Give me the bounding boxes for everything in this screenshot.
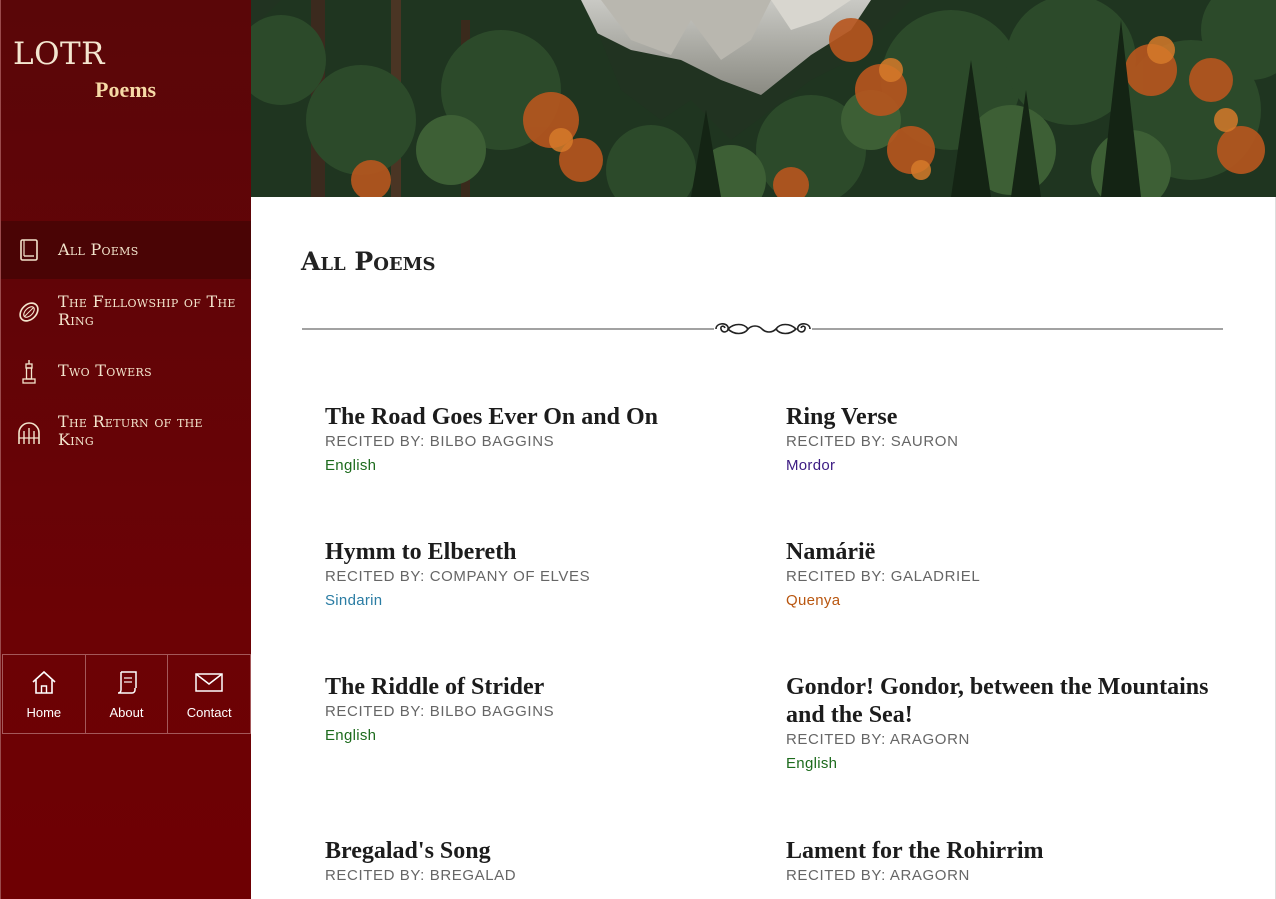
poem-title[interactable]: Hymm to Elbereth — [325, 538, 755, 566]
nav-item-return-of-the-king[interactable]: The Return of the King — [1, 399, 251, 463]
gate-icon — [17, 421, 41, 445]
envelope-icon — [194, 669, 224, 700]
book-icon — [17, 238, 41, 262]
poem-language: Mordor — [786, 457, 836, 474]
poem-card[interactable]: Hymm to Elbereth RECITED BY: COMPANY OF … — [325, 538, 755, 611]
ring-icon — [17, 300, 41, 324]
poem-card[interactable]: Namárië RECITED BY: GALADRIEL Quenya — [786, 538, 1216, 611]
poem-language: Sindarin — [325, 592, 383, 609]
page-title: All Poems — [301, 247, 436, 276]
ornamental-divider — [302, 317, 1223, 341]
poem-card[interactable]: Bregalad's Song RECITED BY: BREGALAD — [325, 837, 755, 886]
poem-card[interactable]: The Road Goes Ever On and On RECITED BY:… — [325, 403, 755, 476]
poem-card[interactable]: Lament for the Rohirrim RECITED BY: ARAG… — [786, 837, 1216, 886]
poem-reciter: RECITED BY: ARAGORN — [786, 731, 970, 748]
poem-language: English — [786, 755, 838, 772]
nav-item-fellowship[interactable]: The Fellowship of The Ring — [1, 279, 251, 345]
poem-reciter: RECITED BY: ARAGORN — [786, 867, 970, 884]
hero-forest-image — [251, 0, 1276, 197]
nav-label-two-towers: Two Towers — [58, 361, 152, 380]
contact-button[interactable]: Contact — [168, 655, 250, 733]
poem-reciter: RECITED BY: BILBO BAGGINS — [325, 703, 555, 720]
poem-title[interactable]: Lament for the Rohirrim — [786, 837, 1216, 865]
about-button[interactable]: About — [86, 655, 169, 733]
brand-subtitle: Poems — [95, 77, 157, 102]
nav-item-two-towers[interactable]: Two Towers — [1, 345, 251, 399]
nav-label-all-poems: All Poems — [58, 240, 139, 259]
sidebar: LOTR Poems All Poems The Fellowship of T… — [0, 0, 251, 899]
brand-title[interactable]: LOTR — [13, 36, 105, 72]
poem-reciter: RECITED BY: BREGALAD — [325, 867, 517, 884]
flourish-ornament-icon — [715, 323, 811, 335]
poem-reciter: RECITED BY: COMPANY OF ELVES — [325, 568, 591, 585]
poem-language: English — [325, 727, 377, 744]
nav-label-fellowship: The Fellowship of The Ring — [58, 292, 236, 329]
poem-reciter: RECITED BY: BILBO BAGGINS — [325, 433, 555, 450]
poem-title[interactable]: Namárië — [786, 538, 1216, 566]
poem-language: Quenya — [786, 592, 841, 609]
poem-card[interactable]: Ring Verse RECITED BY: SAURON Mordor — [786, 403, 1216, 476]
home-icon — [30, 669, 58, 700]
poem-language: English — [325, 457, 377, 474]
tower-icon — [17, 360, 41, 384]
main-content: All Poems The Road Goes Ever On and On R… — [251, 197, 1276, 899]
scroll-icon — [114, 669, 140, 700]
nav-item-all-poems[interactable]: All Poems — [1, 221, 251, 279]
nav-label-return-of-the-king: The Return of the King — [58, 412, 203, 449]
poem-title[interactable]: The Riddle of Strider — [325, 673, 755, 701]
poem-reciter: RECITED BY: SAURON — [786, 433, 959, 450]
home-button[interactable]: Home — [3, 655, 86, 733]
about-label: About — [109, 705, 144, 720]
poem-card[interactable]: Gondor! Gondor, between the Mountains an… — [786, 673, 1216, 774]
home-label: Home — [26, 705, 62, 720]
contact-label: Contact — [186, 705, 232, 720]
poem-title[interactable]: Bregalad's Song — [325, 837, 755, 865]
poem-title[interactable]: Gondor! Gondor, between the Mountains an… — [786, 673, 1216, 729]
poem-title[interactable]: The Road Goes Ever On and On — [325, 403, 755, 431]
bottom-nav: Home About Contact — [2, 654, 251, 734]
poem-reciter: RECITED BY: GALADRIEL — [786, 568, 981, 585]
poem-title[interactable]: Ring Verse — [786, 403, 1216, 431]
poem-card[interactable]: The Riddle of Strider RECITED BY: BILBO … — [325, 673, 755, 746]
